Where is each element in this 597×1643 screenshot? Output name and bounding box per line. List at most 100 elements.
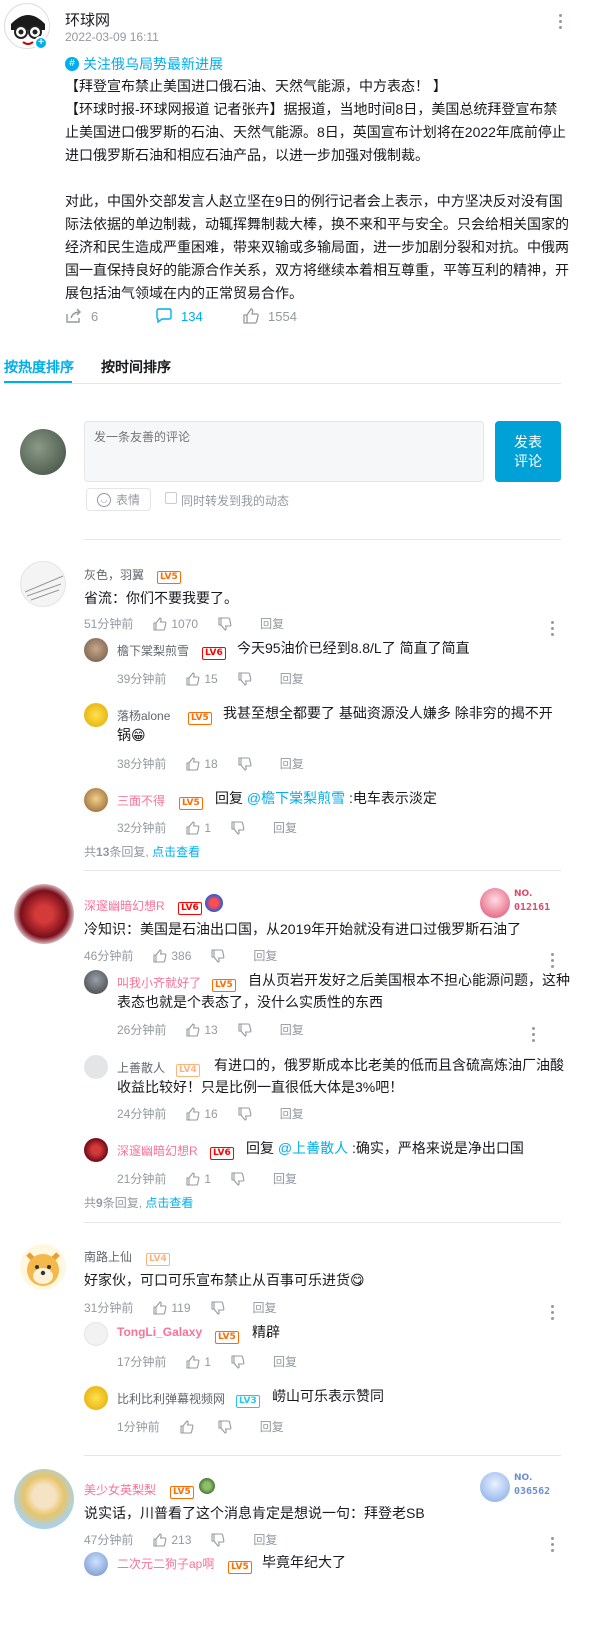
thumbs-up-icon[interactable] — [186, 756, 200, 771]
commenter-name[interactable]: 灰色，羽翼 — [84, 566, 144, 583]
reply-more-icon[interactable] — [532, 1027, 536, 1045]
thumbs-down-icon[interactable] — [210, 1300, 225, 1315]
thumbs-down-icon[interactable] — [231, 820, 245, 835]
replier-name[interactable]: 上善散人 — [117, 1059, 165, 1076]
fan-card-number: 012161 — [514, 902, 551, 913]
thumbs-up-icon[interactable] — [186, 671, 200, 686]
comment-meta: 51分钟前 1070 回复 — [84, 615, 284, 632]
my-avatar[interactable] — [20, 429, 66, 475]
mention-link[interactable]: @上善散人 — [278, 1140, 348, 1156]
reply-button[interactable]: 回复 — [280, 1021, 304, 1038]
fan-card[interactable]: NO. 012161 — [480, 888, 560, 918]
verified-badge-icon: + — [34, 36, 48, 50]
thumbs-down-icon[interactable] — [218, 616, 232, 631]
commenter-name[interactable]: 南路上仙 — [84, 1248, 132, 1265]
thumbs-down-icon[interactable] — [218, 1419, 232, 1434]
thumbs-up-icon[interactable] — [180, 1419, 194, 1434]
reply-button[interactable]: 回复 — [280, 755, 304, 772]
thumbs-down-icon[interactable] — [238, 671, 252, 686]
avatar[interactable] — [84, 1386, 108, 1410]
avatar[interactable] — [84, 703, 108, 727]
thumbs-up-icon[interactable] — [186, 1171, 200, 1186]
level-badge: LV5 — [157, 566, 181, 584]
reply-button[interactable]: 回复 — [253, 1531, 277, 1548]
replier-name[interactable]: 比利比利弹幕视频网 — [117, 1390, 225, 1407]
avatar[interactable] — [20, 561, 66, 607]
thumbs-down-icon[interactable] — [238, 756, 252, 771]
reply-button[interactable]: 回复 — [273, 1170, 297, 1187]
reply-button[interactable]: 回复 — [273, 819, 297, 836]
view-replies: 共13条回复, 点击查看 — [84, 845, 201, 859]
repost-checkbox[interactable] — [165, 492, 177, 504]
level-badge: LV5 — [179, 792, 203, 810]
replier-name[interactable]: 二次元二狗子ap啊 — [117, 1555, 214, 1572]
comment-button[interactable]: 134 — [155, 308, 203, 324]
view-replies-link[interactable]: 点击查看 — [152, 845, 200, 859]
comment-divider — [84, 1455, 561, 1456]
avatar[interactable] — [20, 1244, 66, 1290]
replier-name[interactable]: TongLi_Galaxy — [117, 1325, 202, 1339]
reply-button[interactable]: 回复 — [280, 1105, 304, 1122]
reply-text-cont: 锅 — [117, 727, 131, 743]
comment-more-icon[interactable] — [551, 1537, 555, 1555]
reply-button[interactable]: 回复 — [260, 1418, 284, 1435]
thumbs-down-icon[interactable] — [211, 1532, 225, 1547]
avatar[interactable] — [14, 1469, 74, 1529]
thumbs-up-icon[interactable] — [186, 820, 200, 835]
avatar[interactable] — [84, 1322, 108, 1346]
replier-name[interactable]: 落杨alone — [117, 707, 170, 724]
reply-button[interactable]: 回复 — [253, 947, 277, 964]
mention-link[interactable]: @檐下棠梨煎雪 — [247, 790, 345, 806]
share-button[interactable]: 6 — [65, 308, 98, 324]
comment-more-icon[interactable] — [551, 953, 555, 971]
avatar[interactable] — [84, 788, 108, 812]
thumbs-down-icon[interactable] — [211, 948, 225, 963]
reply-button[interactable]: 回复 — [260, 615, 284, 632]
comment-input[interactable] — [84, 421, 484, 482]
avatar[interactable] — [84, 1138, 108, 1162]
comment-more-icon[interactable] — [551, 621, 555, 639]
view-replies-link[interactable]: 点击查看 — [145, 1196, 193, 1210]
topic-link[interactable]: # 关注俄乌局势最新进展 — [65, 54, 223, 74]
avatar[interactable] — [84, 970, 108, 994]
thumbs-up-icon[interactable] — [186, 1354, 200, 1369]
like-button[interactable]: 1554 — [242, 308, 297, 324]
submit-comment-button[interactable]: 发表 评论 — [495, 421, 561, 482]
avatar[interactable] — [84, 1552, 108, 1576]
replier-name[interactable]: 叫我小齐就好了 — [117, 974, 201, 991]
fan-card[interactable]: NO. 036562 — [480, 1472, 560, 1502]
reply-button[interactable]: 回复 — [273, 1353, 297, 1370]
reply-button[interactable]: 回复 — [280, 670, 304, 687]
post-line: 展包括油气领域在内的正常贸易合作。 — [65, 285, 303, 301]
post-line: 对此，中国外交部发言人赵立坚在9日的例行记者会上表示，中方坚决反对没有国 — [65, 193, 563, 209]
avatar[interactable] — [14, 884, 74, 944]
thumbs-down-icon[interactable] — [238, 1022, 252, 1037]
comment-text: 说实话，川普看了这个消息肯定是想说一句：拜登老SB — [84, 1505, 425, 1521]
author-name[interactable]: 环球网 — [65, 9, 110, 30]
comment-more-icon[interactable] — [551, 1305, 555, 1323]
thumbs-up-icon[interactable] — [153, 1532, 167, 1547]
thumbs-up-icon[interactable] — [186, 1022, 200, 1037]
level-badge: LV3 — [236, 1390, 260, 1408]
avatar[interactable] — [84, 638, 108, 662]
thumbs-up-icon[interactable] — [153, 1300, 167, 1315]
tab-time[interactable]: 按时间排序 — [101, 357, 171, 377]
reply-text: 我甚至想全都要了 基础资源没人嫌多 除非穷的揭不开 — [223, 705, 553, 721]
thumbs-up-icon[interactable] — [153, 616, 167, 631]
avatar[interactable] — [84, 1055, 108, 1079]
tab-hot[interactable]: 按热度排序 — [4, 357, 74, 377]
thumbs-down-icon[interactable] — [231, 1171, 245, 1186]
thumbs-down-icon[interactable] — [238, 1106, 252, 1121]
reply-button[interactable]: 回复 — [253, 1299, 277, 1316]
commenter-name[interactable]: 美少女英梨梨 — [84, 1481, 156, 1498]
thumbs-up-icon[interactable] — [153, 948, 167, 963]
level-badge: LV4 — [176, 1059, 200, 1077]
replier-name[interactable]: 三面不得 — [117, 792, 165, 809]
emoji-button[interactable]: ◡ 表情 — [86, 488, 151, 511]
replier-name[interactable]: 檐下棠梨煎雪 — [117, 642, 189, 659]
post-more-icon[interactable] — [559, 14, 563, 32]
replier-name[interactable]: 深邃幽暗幻想R — [117, 1142, 198, 1159]
thumbs-down-icon[interactable] — [231, 1354, 245, 1369]
commenter-name[interactable]: 深邃幽暗幻想R — [84, 897, 165, 914]
thumbs-up-icon[interactable] — [186, 1106, 200, 1121]
